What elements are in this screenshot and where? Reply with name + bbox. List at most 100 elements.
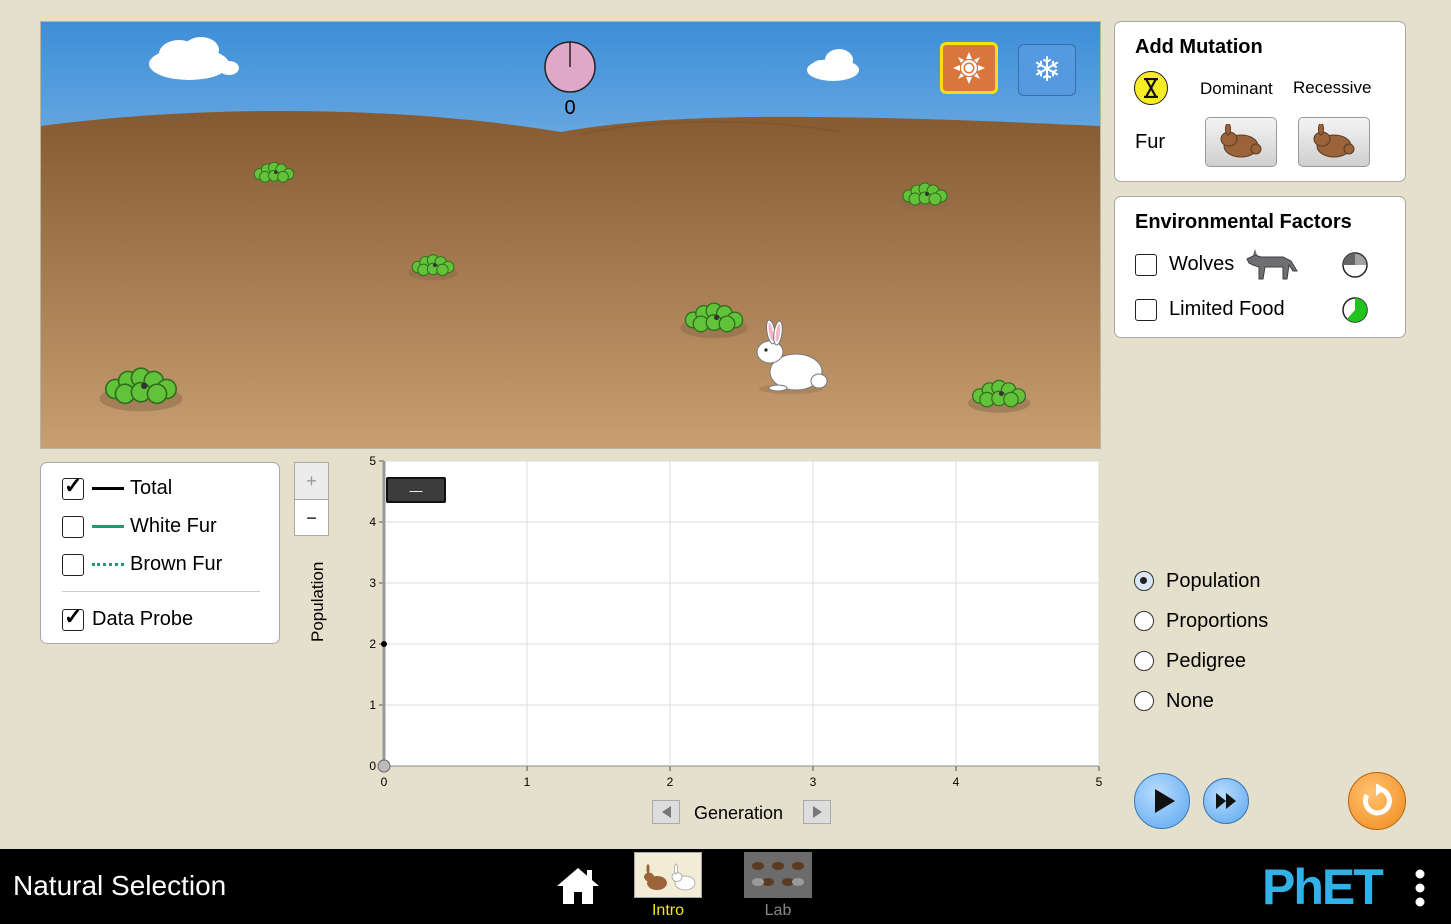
x-tick-label: 2	[667, 775, 674, 789]
add-mutation-title: Add Mutation	[1135, 36, 1263, 58]
hourglass-icon	[1134, 71, 1168, 105]
lab-tab-label: Lab	[764, 902, 792, 919]
zoom-control: + −	[294, 462, 329, 536]
x-tick-label: 3	[810, 775, 817, 789]
home-icon	[557, 868, 599, 904]
fast-forward-icon	[1216, 793, 1236, 809]
white-fur-checkbox-row[interactable]: White Fur	[62, 515, 217, 538]
brown-fur-checkbox[interactable]	[62, 553, 84, 576]
reset-icon	[1362, 784, 1392, 816]
wolf-icon	[1246, 249, 1298, 280]
radio-pedigree-label: Pedigree	[1166, 649, 1247, 672]
snowflake-icon: ❄	[1032, 51, 1062, 89]
play-button[interactable]	[1134, 773, 1190, 829]
environmental-factors-panel: Environmental Factors Wolves Limited Foo…	[1114, 196, 1406, 338]
generation-counter: 0	[564, 97, 576, 119]
radio-proportions-button[interactable]	[1134, 611, 1154, 631]
y-tick-label: 4	[369, 515, 376, 529]
home-button[interactable]	[555, 866, 601, 906]
radio-proportions[interactable]: Proportions	[1134, 608, 1268, 634]
radio-population[interactable]: Population	[1134, 568, 1268, 594]
radio-pedigree[interactable]: Pedigree	[1134, 648, 1268, 674]
y-tick-label: 0	[369, 759, 376, 773]
limited-food-checkbox-row[interactable]: Limited Food	[1135, 298, 1285, 321]
y-tick-label: 1	[369, 698, 376, 712]
data-probe-handle[interactable]	[377, 759, 391, 773]
total-checkbox-row[interactable]: ✓ Total	[62, 473, 173, 500]
x-tick-label: 4	[953, 775, 960, 789]
radio-none[interactable]: None	[1134, 688, 1268, 714]
data-probe-checkbox-row[interactable]: ✓ Data Probe	[62, 604, 194, 631]
recessive-label: Recessive	[1293, 78, 1372, 97]
graph-legend-panel: ✓ Total White Fur Brown Fur ✓ Data Probe	[40, 462, 280, 644]
dominant-label: Dominant	[1200, 79, 1273, 98]
fast-forward-button[interactable]	[1203, 778, 1249, 824]
limited-food-label: Limited Food	[1169, 298, 1285, 320]
play-icon	[1154, 789, 1175, 813]
generation-clock-icon	[544, 41, 596, 93]
wolves-checkbox-row[interactable]: Wolves	[1135, 253, 1234, 276]
wolves-proportion-indicator	[1342, 252, 1368, 278]
screen-tab-lab[interactable]: Lab	[744, 852, 812, 920]
data-probe-checkbox[interactable]: ✓	[62, 604, 84, 631]
next-generation-button[interactable]	[803, 800, 831, 824]
fur-dominant-button[interactable]	[1205, 117, 1277, 167]
total-line-swatch	[92, 487, 124, 490]
fur-label: Fur	[1135, 131, 1165, 153]
white-fur-checkbox[interactable]	[62, 515, 84, 538]
add-mutation-panel: Add Mutation Dominant Recessive Fur	[1114, 21, 1406, 182]
intro-tab-label: Intro	[651, 902, 684, 919]
reset-all-button[interactable]	[1348, 772, 1406, 830]
data-probe-readout[interactable]: —	[386, 477, 446, 503]
zoom-in-button[interactable]: +	[295, 463, 328, 500]
lab-thumbnail	[744, 852, 812, 898]
zoom-out-button[interactable]: −	[295, 500, 328, 536]
brown-fur-label: Brown Fur	[130, 553, 223, 575]
brown-fur-checkbox-row[interactable]: Brown Fur	[62, 553, 222, 576]
options-menu-button[interactable]	[1414, 868, 1426, 908]
x-axis-label: Generation	[694, 803, 784, 823]
sun-icon	[953, 52, 985, 84]
navigation-bar: Natural Selection Intro Lab PhET	[0, 849, 1451, 924]
y-tick-label: 5	[369, 454, 376, 468]
sunny-environment-button[interactable]	[940, 42, 998, 94]
sim-title: Natural Selection	[13, 870, 227, 901]
white-fur-line-swatch	[92, 525, 124, 528]
radio-none-label: None	[1166, 689, 1214, 712]
white-fur-label: White Fur	[130, 515, 217, 537]
screen-tab-intro[interactable]: Intro	[634, 852, 702, 920]
x-tick-label: 0	[381, 775, 388, 789]
total-checkbox[interactable]: ✓	[62, 473, 84, 500]
brown-bunny-icon	[1313, 124, 1355, 158]
radio-none-button[interactable]	[1134, 691, 1154, 711]
triangle-right-icon	[812, 806, 822, 818]
radio-proportions-label: Proportions	[1166, 609, 1269, 632]
environmental-factors-title: Environmental Factors	[1135, 211, 1352, 233]
arctic-environment-button[interactable]: ❄	[1018, 44, 1076, 96]
phet-logo[interactable]: PhET	[1262, 861, 1384, 913]
radio-pedigree-button[interactable]	[1134, 651, 1154, 671]
brown-bunny-icon	[1220, 124, 1262, 158]
total-label: Total	[130, 477, 173, 499]
graph-type-radio-group: Population Proportions Pedigree None	[1134, 568, 1268, 714]
y-axis-label: Population	[308, 561, 327, 642]
wolves-checkbox[interactable]	[1135, 253, 1157, 276]
x-tick-label: 5	[1096, 775, 1103, 789]
population-graph: 0 1 2 3 4 5 0 1 2 3 4 5	[369, 454, 1103, 789]
data-probe-label: Data Probe	[92, 608, 194, 630]
simulation-scene: 0 ❄	[40, 21, 1101, 449]
triangle-left-icon	[661, 806, 671, 818]
previous-generation-button[interactable]	[652, 800, 680, 824]
wolves-label: Wolves	[1169, 253, 1235, 275]
radio-population-button[interactable]	[1134, 571, 1154, 591]
y-tick-label: 3	[369, 576, 376, 590]
total-population-point	[381, 641, 387, 647]
fur-recessive-button[interactable]	[1298, 117, 1370, 167]
intro-thumbnail	[634, 852, 702, 898]
brown-fur-line-swatch	[92, 563, 124, 566]
legend-divider	[62, 591, 260, 592]
limited-food-checkbox[interactable]	[1135, 298, 1157, 321]
x-tick-label: 1	[524, 775, 531, 789]
food-proportion-indicator	[1342, 297, 1368, 323]
plot-area	[383, 460, 1100, 767]
